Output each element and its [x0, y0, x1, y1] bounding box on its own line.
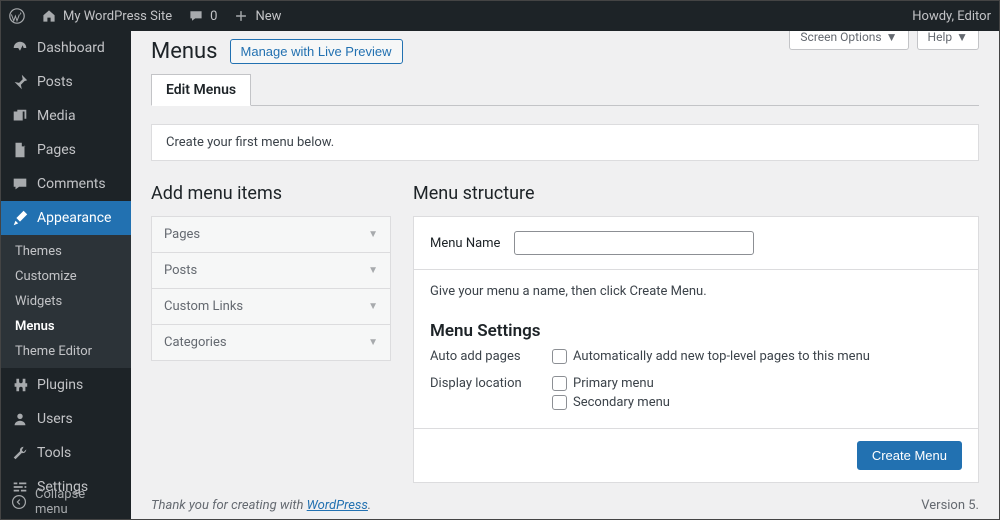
tab-edit-menus[interactable]: Edit Menus	[151, 74, 251, 106]
user-icon	[11, 410, 29, 428]
submenu-item-theme-editor[interactable]: Theme Editor	[1, 339, 131, 364]
chevron-down-icon: ▼	[368, 337, 378, 348]
help-button[interactable]: Help▼	[917, 31, 979, 50]
comment-icon	[188, 8, 204, 24]
display-location-label: Display location	[430, 376, 552, 391]
first-menu-notice: Create your first menu below.	[151, 124, 979, 161]
create-menu-button[interactable]: Create Menu	[857, 441, 962, 470]
main-content: Screen Options▼ Help▼ Menus Manage with …	[131, 31, 999, 519]
chevron-down-icon: ▼	[956, 31, 968, 44]
menu-label: Posts	[37, 74, 73, 90]
collapse-menu-button[interactable]: Collapse menu	[1, 485, 131, 519]
menu-tabs: Edit Menus	[151, 74, 979, 106]
menu-label: Dashboard	[37, 40, 105, 56]
submenu-item-menus[interactable]: Menus	[1, 314, 131, 339]
comments-link[interactable]: 0	[180, 1, 225, 31]
footer-thankyou: Thank you for creating with WordPress.	[151, 498, 371, 513]
display-location-primary[interactable]: Primary menu	[552, 376, 670, 391]
submenu-item-customize[interactable]: Customize	[1, 264, 131, 289]
sidebar-item-posts[interactable]: Posts	[1, 65, 131, 99]
page-icon	[11, 141, 29, 159]
admin-bar: My WordPress Site 0 New Howdy, Editor	[1, 1, 999, 31]
menu-label: Tools	[37, 445, 71, 461]
new-content-label: New	[255, 9, 281, 24]
menu-label: Pages	[37, 142, 76, 158]
media-icon	[11, 107, 29, 125]
plus-icon	[233, 8, 249, 24]
sidebar-item-users[interactable]: Users	[1, 402, 131, 436]
dashboard-icon	[11, 39, 29, 57]
wp-logo-menu[interactable]	[1, 1, 33, 31]
menu-label: Plugins	[37, 377, 83, 393]
chevron-down-icon: ▼	[368, 301, 378, 312]
chevron-down-icon: ▼	[368, 229, 378, 240]
wordpress-logo-icon	[9, 8, 25, 24]
menu-name-input[interactable]	[514, 231, 754, 255]
auto-add-checkbox[interactable]	[552, 349, 567, 364]
auto-add-label: Auto add pages	[430, 349, 552, 364]
page-title: Menus	[151, 39, 218, 64]
menu-settings-heading: Menu Settings	[430, 321, 962, 341]
sidebar-item-plugins[interactable]: Plugins	[1, 368, 131, 402]
accordion-panel-categories[interactable]: Categories▼	[152, 325, 390, 360]
admin-footer: Thank you for creating with WordPress. V…	[151, 498, 979, 513]
plugin-icon	[11, 376, 29, 394]
menu-label: Appearance	[37, 210, 111, 226]
accordion-panel-custom-links[interactable]: Custom Links▼	[152, 289, 390, 325]
comments-count: 0	[210, 9, 217, 24]
menu-name-label: Menu Name	[430, 236, 500, 251]
accordion-panel-posts[interactable]: Posts▼	[152, 253, 390, 289]
sidebar-item-appearance[interactable]: Appearance	[1, 201, 131, 235]
secondary-menu-checkbox[interactable]	[552, 395, 567, 410]
brush-icon	[11, 209, 29, 227]
menu-label: Comments	[37, 176, 106, 192]
site-name-label: My WordPress Site	[63, 9, 172, 24]
add-items-accordion: Pages▼ Posts▼ Custom Links▼ Categories▼	[151, 216, 391, 361]
accordion-panel-pages[interactable]: Pages▼	[152, 217, 390, 253]
home-icon	[41, 8, 57, 24]
admin-sidebar: Dashboard Posts Media Pages Comments App…	[1, 31, 131, 519]
sidebar-item-tools[interactable]: Tools	[1, 436, 131, 470]
greeting-label: Howdy, Editor	[912, 9, 991, 24]
site-name-link[interactable]: My WordPress Site	[33, 1, 180, 31]
wordpress-link[interactable]: WordPress	[307, 498, 368, 513]
appearance-submenu: Themes Customize Widgets Menus Theme Edi…	[1, 235, 131, 368]
display-location-secondary[interactable]: Secondary menu	[552, 395, 670, 410]
user-greeting[interactable]: Howdy, Editor	[904, 1, 999, 31]
footer-version: Version 5.	[921, 498, 979, 513]
menu-structure-box: Menu Name Give your menu a name, then cl…	[413, 216, 979, 483]
chevron-down-icon: ▼	[886, 31, 898, 44]
chevron-down-icon: ▼	[368, 265, 378, 276]
screen-options-button[interactable]: Screen Options▼	[789, 31, 908, 50]
new-content-link[interactable]: New	[225, 1, 289, 31]
submenu-item-widgets[interactable]: Widgets	[1, 289, 131, 314]
sidebar-item-pages[interactable]: Pages	[1, 133, 131, 167]
sidebar-item-dashboard[interactable]: Dashboard	[1, 31, 131, 65]
sidebar-item-comments[interactable]: Comments	[1, 167, 131, 201]
collapse-icon	[11, 494, 27, 510]
menu-hint: Give your menu a name, then click Create…	[430, 284, 962, 299]
collapse-label: Collapse menu	[35, 487, 121, 517]
comment-icon	[11, 175, 29, 193]
submenu-item-themes[interactable]: Themes	[1, 239, 131, 264]
add-items-heading: Add menu items	[151, 183, 391, 204]
menu-label: Users	[37, 411, 73, 427]
live-preview-button[interactable]: Manage with Live Preview	[230, 39, 403, 64]
primary-menu-checkbox[interactable]	[552, 376, 567, 391]
pin-icon	[11, 73, 29, 91]
wrench-icon	[11, 444, 29, 462]
menu-label: Media	[37, 108, 76, 124]
structure-heading: Menu structure	[413, 183, 979, 204]
sidebar-item-media[interactable]: Media	[1, 99, 131, 133]
auto-add-option[interactable]: Automatically add new top-level pages to…	[552, 349, 870, 364]
